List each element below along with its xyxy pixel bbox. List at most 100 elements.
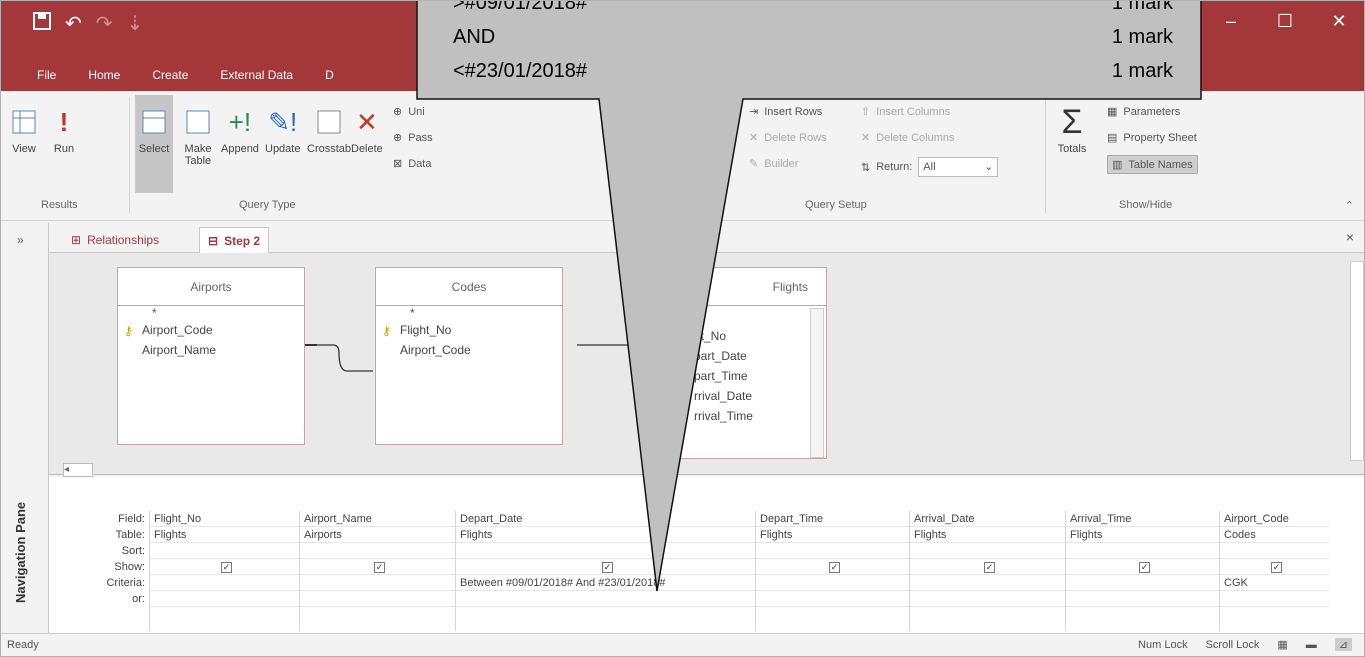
grid-field-cell[interactable]: Airport_Name: [300, 511, 455, 527]
grid-table-cell[interactable]: Flights: [150, 527, 299, 543]
grid-table-cell[interactable]: Airports: [300, 527, 455, 543]
delete-columns-button[interactable]: ✕ Delete Columns: [861, 131, 954, 145]
show-checkbox[interactable]: ✓: [221, 562, 232, 573]
append-button[interactable]: +! Append: [221, 105, 259, 156]
property-sheet-button[interactable]: ▤ Property Sheet: [1107, 131, 1197, 145]
grid-show-cell[interactable]: ✓: [910, 559, 1065, 575]
field-arrival-date[interactable]: rrival_Date: [670, 386, 826, 406]
close-button[interactable]: ✕: [1312, 1, 1364, 41]
grid-criteria-cell[interactable]: [300, 575, 455, 591]
grid-table-cell[interactable]: Flights: [910, 527, 1065, 543]
design-horizontal-scrollbar[interactable]: ◂: [63, 463, 93, 477]
grid-table-cell[interactable]: Flights: [456, 527, 755, 543]
grid-show-cell[interactable]: ✓: [456, 559, 755, 575]
tab-d[interactable]: D: [309, 63, 350, 87]
maximize-button[interactable]: ☐: [1258, 1, 1312, 41]
field-airport-code[interactable]: ⚷ Airport_Code: [118, 320, 304, 340]
totals-button[interactable]: Σ Totals: [1057, 103, 1087, 156]
grid-criteria-cell[interactable]: [756, 575, 909, 591]
grid-or-cell[interactable]: [756, 591, 909, 607]
grid-sort-cell[interactable]: [756, 543, 909, 559]
tab-step-2[interactable]: ⊟ Step 2: [199, 227, 270, 253]
table-flights[interactable]: Flights ht_No part_Date part_Time rrival…: [669, 267, 827, 459]
run-button[interactable]: ! Run: [49, 105, 79, 156]
design-vertical-scrollbar[interactable]: [1350, 261, 1364, 461]
grid-criteria-cell[interactable]: [150, 575, 299, 591]
make-table-button[interactable]: Make Table: [183, 105, 213, 167]
grid-criteria-cell[interactable]: [910, 575, 1065, 591]
insert-rows-button[interactable]: ⇥ Insert Rows: [749, 105, 822, 119]
select-query-button[interactable]: Select: [135, 95, 173, 193]
show-checkbox[interactable]: ✓: [1271, 562, 1282, 573]
delete-rows-button[interactable]: ✕ Delete Rows: [749, 131, 827, 145]
redo-icon[interactable]: ↷: [96, 11, 113, 36]
tab-create[interactable]: Create: [136, 63, 204, 87]
show-checkbox[interactable]: ✓: [984, 562, 995, 573]
field-airport-code[interactable]: Airport_Code: [376, 340, 562, 360]
datasheet-view-icon[interactable]: ▦: [1277, 638, 1287, 651]
pass-through-button[interactable]: ⊕ Pass: [393, 131, 433, 145]
grid-show-cell[interactable]: ✓: [300, 559, 455, 575]
grid-field-cell[interactable]: Depart_Time: [756, 511, 909, 527]
close-tab-icon[interactable]: ×: [1346, 229, 1354, 245]
field-depart-date[interactable]: part_Date: [670, 346, 826, 366]
tab-relationships[interactable]: ⊞ Relationships: [63, 227, 167, 253]
tab-file[interactable]: File: [21, 63, 72, 87]
grid-sort-cell[interactable]: [1066, 543, 1219, 559]
field-depart-time[interactable]: part_Time: [670, 366, 826, 386]
grid-criteria-cell[interactable]: CGK: [1220, 575, 1329, 591]
insert-columns-button[interactable]: ⇧ Insert Columns: [861, 105, 950, 119]
all-fields-item[interactable]: *: [376, 306, 562, 320]
grid-criteria-cell[interactable]: [1066, 575, 1219, 591]
builder-button[interactable]: ✎ Builder: [749, 157, 798, 171]
grid-table-cell[interactable]: Flights: [756, 527, 909, 543]
grid-or-cell[interactable]: [910, 591, 1065, 607]
expand-nav-icon[interactable]: »: [17, 233, 24, 247]
grid-field-cell[interactable]: Arrival_Time: [1066, 511, 1219, 527]
collapse-ribbon-icon[interactable]: ⌃: [1345, 199, 1354, 212]
field-flight-no[interactable]: ⚷ Flight_No: [376, 320, 562, 340]
return-select[interactable]: All ⌄: [918, 157, 999, 177]
save-icon[interactable]: [33, 11, 51, 36]
undo-icon[interactable]: ↶: [65, 11, 82, 36]
field-airport-name[interactable]: Airport_Name: [118, 340, 304, 360]
show-checkbox[interactable]: ✓: [829, 562, 840, 573]
parameters-button[interactable]: ▦ Parameters: [1107, 105, 1180, 119]
grid-show-cell[interactable]: ✓: [1066, 559, 1219, 575]
grid-sort-cell[interactable]: [910, 543, 1065, 559]
grid-field-cell[interactable]: Depart_Date: [456, 511, 755, 527]
grid-field-cell[interactable]: Airport_Code: [1220, 511, 1329, 527]
grid-or-cell[interactable]: [456, 591, 755, 607]
grid-criteria-cell[interactable]: Between #09/01/2018# And #23/01/2018#: [456, 575, 755, 591]
grid-field-cell[interactable]: Arrival_Date: [910, 511, 1065, 527]
grid-field-cell[interactable]: Flight_No: [150, 511, 299, 527]
grid-table-cell[interactable]: Codes: [1220, 527, 1329, 543]
grid-show-cell[interactable]: ✓: [1220, 559, 1329, 575]
design-view-icon[interactable]: ⊿: [1334, 638, 1352, 651]
grid-sort-cell[interactable]: [456, 543, 755, 559]
grid-sort-cell[interactable]: [150, 543, 299, 559]
grid-show-cell[interactable]: ✓: [756, 559, 909, 575]
grid-show-cell[interactable]: ✓: [150, 559, 299, 575]
grid-sort-cell[interactable]: [300, 543, 455, 559]
grid-or-cell[interactable]: [1220, 591, 1329, 607]
update-button[interactable]: ✎! Update: [265, 105, 300, 156]
tab-external-data[interactable]: External Data: [204, 63, 309, 87]
grid-table-cell[interactable]: Flights: [1066, 527, 1219, 543]
table-airports[interactable]: Airports * ⚷ Airport_Code Airport_Name: [117, 267, 305, 445]
view-button[interactable]: View: [9, 105, 39, 155]
table-names-toggle[interactable]: ▥ Table Names: [1107, 155, 1198, 174]
navigation-pane[interactable]: » Navigation Pane: [1, 223, 49, 633]
union-button[interactable]: ⊕ Uni: [393, 105, 425, 119]
field-arrival-time[interactable]: rrival_Time: [670, 406, 826, 426]
show-checkbox[interactable]: ✓: [602, 562, 613, 573]
sql-view-icon[interactable]: ▬: [1306, 639, 1317, 651]
grid-sort-cell[interactable]: [1220, 543, 1329, 559]
show-checkbox[interactable]: ✓: [374, 562, 385, 573]
grid-or-cell[interactable]: [1066, 591, 1219, 607]
grid-or-cell[interactable]: [150, 591, 299, 607]
grid-or-cell[interactable]: [300, 591, 455, 607]
minimize-button[interactable]: –: [1204, 1, 1258, 41]
data-definition-button[interactable]: ⊠ Data: [393, 157, 431, 171]
customize-qat-icon[interactable]: ⇣: [127, 11, 144, 36]
